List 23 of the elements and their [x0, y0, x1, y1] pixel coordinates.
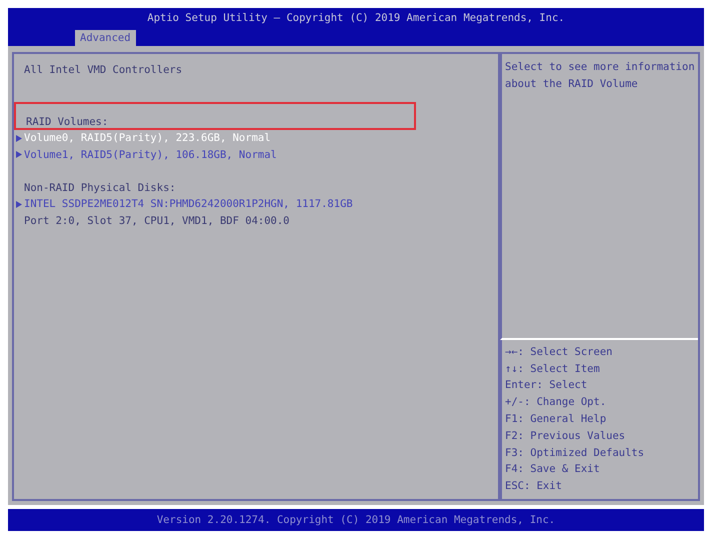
key-hint: ESC: Exit: [505, 479, 563, 494]
help-text: Select to see more information about the RAID Volume: [505, 60, 695, 92]
key-hint: Enter: Select: [505, 378, 588, 394]
triangle-icon: [16, 134, 22, 142]
triangle-icon: [16, 151, 22, 158]
section-label: All Intel VMD Controllers: [24, 64, 182, 76]
key-hint: ↑↓: Select Item: [505, 362, 601, 377]
version-text: Version 2.20.1274. Copyright (C) 2019 American Megatrends, Inc.: [156, 514, 556, 526]
key-hint: F4: Save & Exit: [505, 462, 601, 478]
key-hint: +/-: Change Opt.: [505, 395, 608, 410]
section-label: Port 2:0, Slot 37, CPU1, VMD1, BDF 04:00.0: [24, 214, 290, 226]
key-hint: →←: Select Screen: [505, 344, 614, 360]
submenu-item[interactable]: INTEL SSDPE2ME012T4 SN:PHMD6242000R1P2HGN, 1117.81GB: [24, 196, 353, 212]
tab[interactable]: Advanced: [75, 30, 136, 46]
triangle-icon: [16, 200, 22, 208]
key-hint: F3: Optimized Defaults: [505, 446, 646, 461]
submenu-item[interactable]: Volume0, RAID5(Parity), 223.6GB, Normal: [24, 130, 271, 146]
window-title: Aptio Setup Utility – Copyright (C) 2019 American Megatrends, Inc.: [146, 11, 566, 26]
submenu-item[interactable]: Volume1, RAID5(Parity), 106.18GB, Normal: [24, 146, 277, 163]
section-label: RAID Volumes:: [26, 116, 108, 128]
key-hint: F2: Previous Values: [505, 428, 626, 444]
key-hint: F1: General Help: [505, 412, 608, 428]
section-label: Non-RAID Physical Disks:: [24, 182, 176, 194]
